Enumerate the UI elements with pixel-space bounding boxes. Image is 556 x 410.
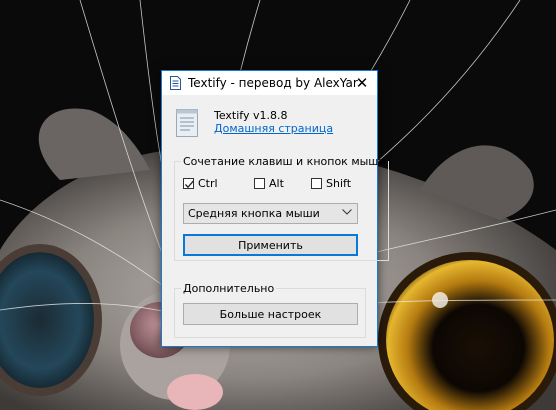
shift-label: Shift [326,177,352,190]
alt-checkbox[interactable]: Alt [254,177,284,190]
alt-label: Alt [269,177,284,190]
ctrl-label: Ctrl [198,177,218,190]
extra-group-legend: Дополнительно [183,282,275,295]
ctrl-checkbox[interactable]: Ctrl [183,177,218,190]
textify-dialog: Textify - перевод by AlexYar ✕ Textify v… [161,70,389,347]
window-title: Textify - перевод by AlexYar [188,76,358,90]
chevron-down-icon [342,209,352,215]
close-button[interactable]: ✕ [347,71,377,95]
mouse-button-select-value: Средняя кнопка мыши [188,207,320,220]
more-settings-button[interactable]: Больше настроек [183,303,358,325]
alt-checkbox-box[interactable] [254,178,265,189]
close-icon: ✕ [355,73,369,92]
mouse-button-select[interactable]: Средняя кнопка мыши [183,203,358,224]
document-icon [176,109,198,137]
apply-button[interactable]: Применить [183,234,358,256]
hotkey-group-legend: Сочетание клавиш и кнопок мыши [183,155,386,168]
title-bar[interactable]: Textify - перевод by AlexYar ✕ [162,71,377,95]
checkmark-icon [185,180,194,189]
homepage-link[interactable]: Домашняя страница [214,122,333,135]
shift-checkbox[interactable]: Shift [311,177,351,190]
shift-checkbox-box[interactable] [311,178,322,189]
version-label: Textify v1.8.8 [214,109,288,122]
textify-app-icon [170,76,181,90]
ctrl-checkbox-box[interactable] [183,178,194,189]
